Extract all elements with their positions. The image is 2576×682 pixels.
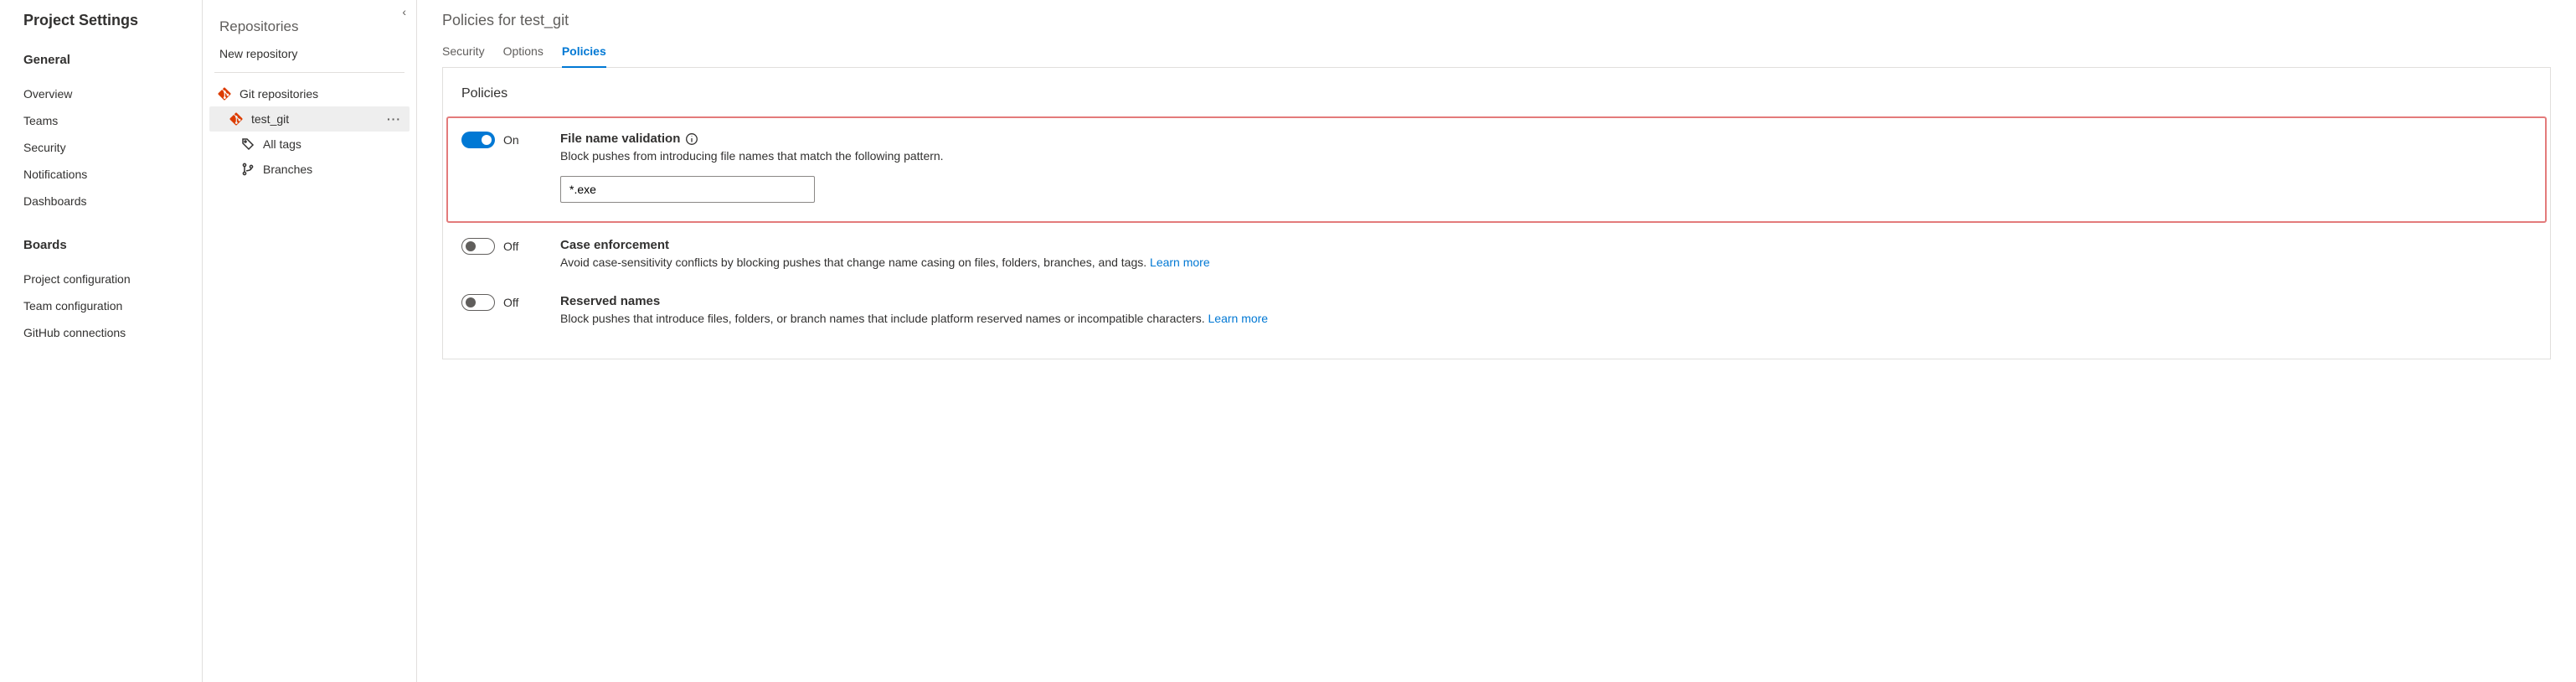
tree-repo-test-git[interactable]: test_git ···	[209, 106, 410, 132]
tree-item-label: Branches	[263, 163, 401, 176]
repositories-title: Repositories	[203, 15, 416, 47]
ps-section-title: Boards	[23, 238, 202, 252]
ps-item-project-config[interactable]: Project configuration	[23, 266, 202, 292]
policy-desc-text: Block pushes that introduce files, folde…	[560, 312, 1208, 325]
ps-item-notifications[interactable]: Notifications	[23, 161, 202, 188]
tree-root-git-repositories[interactable]: Git repositories	[209, 81, 410, 106]
tree-root-label: Git repositories	[240, 87, 401, 101]
toggle-state-label: On	[503, 133, 519, 147]
policy-desc: Block pushes from introducing file names…	[560, 149, 2532, 163]
policy-title-text: Reserved names	[560, 294, 660, 308]
more-actions-icon[interactable]: ···	[387, 112, 401, 126]
ps-item-team-config[interactable]: Team configuration	[23, 292, 202, 319]
toggle-case-enforcement[interactable]	[461, 238, 495, 255]
learn-more-link[interactable]: Learn more	[1208, 312, 1269, 325]
learn-more-link[interactable]: Learn more	[1150, 256, 1210, 269]
toggle-state-label: Off	[503, 296, 518, 309]
project-settings-title: Project Settings	[23, 12, 202, 29]
repo-tree: Git repositories test_git ··· All tags B…	[203, 81, 416, 182]
tree-repo-label: test_git	[251, 112, 379, 126]
policy-tabs: Security Options Policies	[442, 44, 2551, 68]
tree-item-branches[interactable]: Branches	[209, 157, 410, 182]
policy-desc-text: Avoid case-sensitivity conflicts by bloc…	[560, 256, 1150, 269]
policy-file-name-validation: On File name validation Block pushes fro…	[446, 116, 2547, 223]
tab-security[interactable]: Security	[442, 44, 485, 68]
tag-icon	[241, 137, 255, 151]
page-title: Policies for test_git	[442, 12, 2551, 29]
policies-heading: Policies	[443, 86, 2550, 116]
policy-title-text: Case enforcement	[560, 238, 669, 252]
ps-item-dashboards[interactable]: Dashboards	[23, 188, 202, 214]
ps-item-overview[interactable]: Overview	[23, 80, 202, 107]
tab-policies[interactable]: Policies	[562, 44, 606, 68]
new-repository-link[interactable]: New repository	[203, 47, 416, 72]
policy-reserved-names: Off Reserved names Block pushes that int…	[443, 279, 2550, 335]
repositories-sidebar: ‹ Repositories New repository Git reposi…	[203, 0, 417, 682]
branch-icon	[241, 163, 255, 176]
tree-item-all-tags[interactable]: All tags	[209, 132, 410, 157]
ps-item-security[interactable]: Security	[23, 134, 202, 161]
toggle-reserved-names[interactable]	[461, 294, 495, 311]
policy-title-text: File name validation	[560, 132, 680, 146]
ps-section-title: General	[23, 53, 202, 67]
policies-card: Policies On File name validation Block p…	[442, 68, 2551, 359]
ps-section-general: General Overview Teams Security Notifica…	[23, 53, 202, 214]
main-pane: Policies for test_git Security Options P…	[417, 0, 2576, 682]
collapse-sidebar-icon[interactable]: ‹	[402, 5, 406, 18]
policy-desc: Block pushes that introduce files, folde…	[560, 312, 2532, 325]
ps-section-boards: Boards Project configuration Team config…	[23, 238, 202, 346]
git-icon	[218, 87, 231, 101]
toggle-state-label: Off	[503, 240, 518, 253]
tree-item-label: All tags	[263, 137, 401, 151]
project-settings-sidebar: Project Settings General Overview Teams …	[0, 0, 203, 682]
git-icon	[229, 112, 243, 126]
toggle-file-name-validation[interactable]	[461, 132, 495, 148]
divider	[214, 72, 404, 73]
policy-case-enforcement: Off Case enforcement Avoid case-sensitiv…	[443, 223, 2550, 279]
tab-options[interactable]: Options	[503, 44, 544, 68]
info-icon[interactable]	[685, 132, 698, 146]
ps-item-github-conn[interactable]: GitHub connections	[23, 319, 202, 346]
file-name-pattern-input[interactable]	[560, 176, 815, 203]
policy-desc: Avoid case-sensitivity conflicts by bloc…	[560, 256, 2532, 269]
ps-item-teams[interactable]: Teams	[23, 107, 202, 134]
